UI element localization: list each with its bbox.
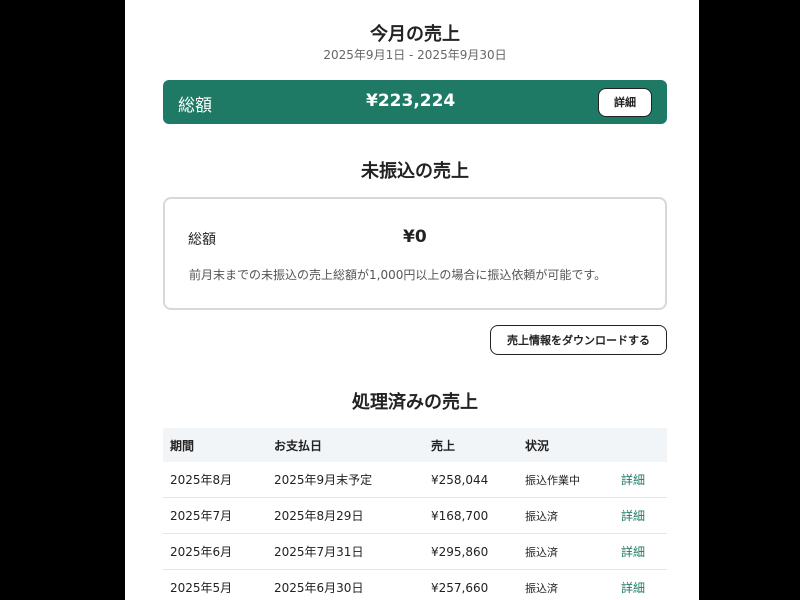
current-total-label: 総額 (178, 96, 212, 116)
download-sales-button[interactable]: 売上情報をダウンロードする (490, 325, 667, 355)
unpaid-title: 未振込の売上 (361, 161, 469, 182)
current-total-amount: ¥223,224 (366, 91, 456, 111)
cell-period: 2025年7月 (163, 497, 267, 534)
cell-pay-date: 2025年8月29日 (267, 497, 424, 534)
cell-sales: ¥257,660 (424, 569, 518, 600)
unpaid-total-label: 総額 (188, 232, 216, 248)
cell-pay-date: 2025年9月末予定 (267, 462, 424, 498)
cell-period: 2025年8月 (163, 462, 267, 498)
cell-sales: ¥168,700 (424, 497, 518, 534)
sales-page: 今月の売上 2025年9月1日 - 2025年9月30日 総額 ¥223,224… (125, 0, 699, 600)
column-header-period: 期間 (163, 428, 267, 462)
cell-period: 2025年6月 (163, 533, 267, 570)
unpaid-total-amount: ¥0 (403, 227, 427, 247)
current-total-bar: 総額 ¥223,224 詳細 (163, 80, 667, 124)
cell-status: 振込済 (518, 533, 614, 570)
table-row: 2025年6月 2025年7月31日 ¥295,860 振込済 詳細 (163, 533, 667, 570)
cell-sales: ¥295,860 (424, 533, 518, 570)
column-header-detail (614, 428, 667, 462)
row-detail-link[interactable]: 詳細 (614, 462, 667, 498)
cell-pay-date: 2025年6月30日 (267, 569, 424, 600)
current-month-title: 今月の売上 (370, 24, 460, 45)
cell-status: 振込済 (518, 569, 614, 600)
unpaid-note: 前月末までの未振込の売上総額が1,000円以上の場合に振込依頼が可能です。 (189, 268, 607, 282)
unpaid-box: 総額 ¥0 前月末までの未振込の売上総額が1,000円以上の場合に振込依頼が可能… (163, 197, 667, 310)
table-row: 2025年8月 2025年9月末予定 ¥258,044 振込作業中 詳細 (163, 462, 667, 498)
row-detail-link[interactable]: 詳細 (614, 569, 667, 600)
current-period: 2025年9月1日 - 2025年9月30日 (323, 48, 507, 62)
processed-sales-table: 期間 お支払日 売上 状況 2025年8月 2025年9月末予定 ¥258,04… (163, 428, 667, 600)
cell-sales: ¥258,044 (424, 462, 518, 498)
table-row: 2025年7月 2025年8月29日 ¥168,700 振込済 詳細 (163, 497, 667, 534)
row-detail-link[interactable]: 詳細 (614, 497, 667, 534)
column-header-status: 状況 (518, 428, 614, 462)
column-header-sales: 売上 (424, 428, 518, 462)
table-header-row: 期間 お支払日 売上 状況 (163, 428, 667, 462)
table-row: 2025年5月 2025年6月30日 ¥257,660 振込済 詳細 (163, 569, 667, 600)
processed-title: 処理済みの売上 (352, 392, 478, 413)
cell-pay-date: 2025年7月31日 (267, 533, 424, 570)
cell-status: 振込済 (518, 497, 614, 534)
current-detail-button[interactable]: 詳細 (598, 88, 652, 117)
cell-status: 振込作業中 (518, 462, 614, 498)
cell-period: 2025年5月 (163, 569, 267, 600)
row-detail-link[interactable]: 詳細 (614, 533, 667, 570)
column-header-pay-date: お支払日 (267, 428, 424, 462)
